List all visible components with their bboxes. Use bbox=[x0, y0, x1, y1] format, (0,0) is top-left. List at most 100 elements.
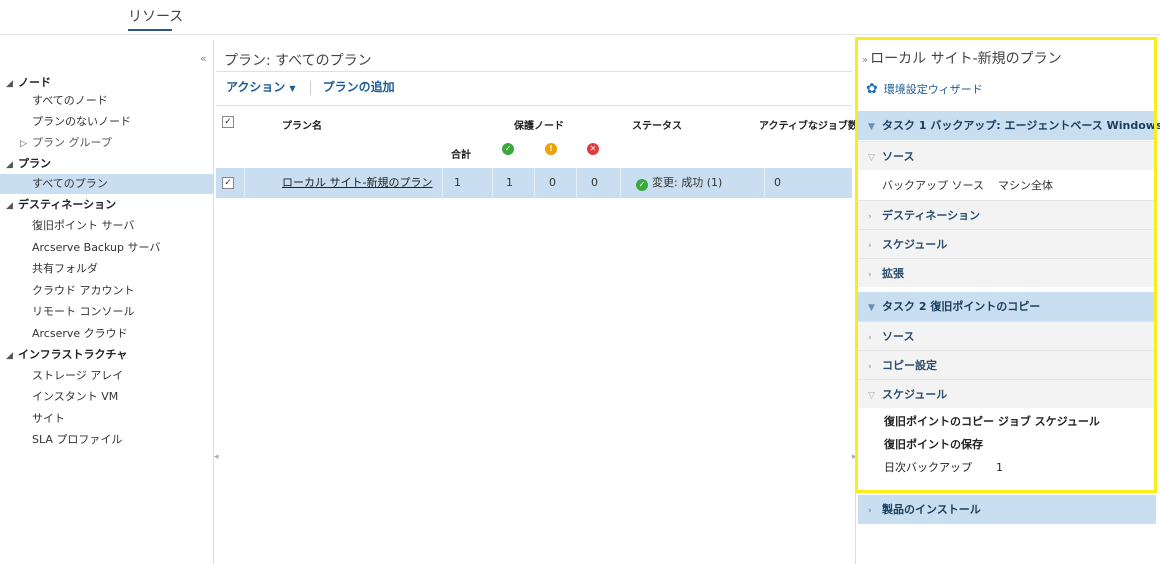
config-wizard-link[interactable]: ✿ 環境設定ウィザード bbox=[866, 80, 983, 98]
column-divider bbox=[492, 168, 493, 198]
copy-job-schedule-heading: 復旧ポイントのコピー ジョブ スケジュール bbox=[884, 415, 1100, 428]
sidebar-item-arcserve-cloud[interactable]: Arcserve クラウド bbox=[0, 324, 214, 344]
sidebar-item-recovery-point-server[interactable]: 復旧ポイント サーバ bbox=[0, 216, 214, 236]
section-label: ソース bbox=[882, 150, 915, 163]
task1-advanced-section[interactable]: › 拡張 bbox=[858, 258, 1156, 287]
sidebar-item-shared-folder[interactable]: 共有フォルダ bbox=[0, 259, 214, 279]
sidebar-item-all-plans[interactable]: すべてのプラン bbox=[0, 174, 214, 194]
sidebar-item-storage-array[interactable]: ストレージ アレイ bbox=[0, 366, 214, 386]
status-cell: ✓ 変更: 成功 (1) bbox=[636, 168, 722, 198]
plans-pane: プラン: すべてのプラン アクション ▼ プランの追加 ✓ プラン名 保護ノード ス… bbox=[216, 40, 858, 564]
sidebar-item-all-nodes[interactable]: すべてのノード bbox=[0, 91, 214, 111]
expand-triangle-icon: ▷ bbox=[20, 139, 27, 149]
sidebar-item-remote-console[interactable]: リモート コンソール bbox=[0, 302, 214, 322]
column-header-total: 合計 bbox=[451, 150, 471, 161]
toolbar-separator bbox=[309, 80, 311, 95]
column-header-plan-name[interactable]: プラン名 bbox=[282, 117, 322, 132]
install-product-header[interactable]: › 製品のインストール bbox=[858, 495, 1156, 524]
plan-name-text: ローカル サイト-新規のプラン bbox=[282, 176, 433, 189]
action-menu-button[interactable]: アクション ▼ bbox=[226, 80, 296, 94]
sidebar-category-destinations[interactable]: ◢ デスティネーション bbox=[0, 195, 214, 215]
sidebar-category-plans[interactable]: ◢ プラン bbox=[0, 154, 214, 174]
config-wizard-label: 環境設定ウィザード bbox=[883, 83, 983, 96]
title-divider bbox=[216, 71, 852, 72]
column-divider bbox=[576, 168, 577, 198]
chevron-right-icon: › bbox=[868, 212, 872, 222]
row-checkbox[interactable]: ✓ bbox=[222, 177, 234, 189]
total-count: 1 bbox=[454, 176, 461, 189]
backup-source-key: バックアップ ソース bbox=[882, 179, 984, 192]
status-text: 変更: 成功 (1) bbox=[652, 176, 723, 189]
action-menu-label: アクション bbox=[226, 80, 286, 94]
column-divider bbox=[534, 168, 535, 198]
sidebar-category-label: デスティネーション bbox=[18, 198, 117, 211]
sidebar-item-label: プラン グループ bbox=[32, 136, 112, 149]
column-divider bbox=[620, 168, 621, 198]
task1-header[interactable]: ▼ タスク 1 バックアップ: エージェントベース Windows bbox=[858, 111, 1160, 140]
sidebar-item-cloud-account[interactable]: クラウド アカウント bbox=[0, 281, 214, 301]
sidebar-category-infrastructure[interactable]: ◢ インフラストラクチャ bbox=[0, 345, 214, 365]
task1-schedule-section[interactable]: › スケジュール bbox=[858, 229, 1156, 258]
backup-source-row: バックアップ ソース マシン全体 bbox=[858, 171, 1156, 200]
task2-header[interactable]: ▼ タスク 2 復旧ポイントのコピー bbox=[858, 292, 1156, 321]
daily-backup-value: 1 bbox=[996, 461, 1003, 474]
task2-schedule-section[interactable]: ▽ スケジュール bbox=[858, 379, 1156, 408]
chevron-right-icon: › bbox=[868, 362, 872, 372]
ok-count: 1 bbox=[506, 176, 513, 189]
column-header-status[interactable]: ステータス bbox=[632, 117, 682, 132]
chevron-down-icon: ▽ bbox=[868, 153, 875, 163]
sidebar-item-instant-vm[interactable]: インスタント VM bbox=[0, 387, 214, 407]
collapse-triangle-icon: ◢ bbox=[6, 201, 13, 211]
page-title: プラン: すべてのプラン bbox=[224, 53, 372, 69]
sidebar-item-nodes-without-plan[interactable]: プランのないノード bbox=[0, 112, 214, 132]
select-all-checkbox[interactable]: ✓ bbox=[222, 116, 234, 128]
add-plan-button[interactable]: プランの追加 bbox=[323, 80, 395, 94]
sidebar-item-site[interactable]: サイト bbox=[0, 409, 214, 429]
active-jobs-count: 0 bbox=[774, 176, 781, 189]
warn-count: 0 bbox=[549, 176, 556, 189]
task1-destination-section[interactable]: › デスティネーション bbox=[858, 200, 1156, 229]
error-circle-icon: ✕ bbox=[587, 143, 599, 155]
tab-resources[interactable]: リソース bbox=[128, 6, 183, 26]
column-divider bbox=[244, 168, 245, 198]
sidebar-item-plan-groups[interactable]: ▷ プラン グループ bbox=[0, 133, 214, 153]
check-circle-icon: ✓ bbox=[502, 143, 514, 155]
collapse-triangle-icon: ◢ bbox=[6, 160, 13, 170]
section-label: デスティネーション bbox=[882, 209, 981, 222]
install-label: 製品のインストール bbox=[882, 503, 981, 516]
double-chevron-left-icon[interactable]: « bbox=[200, 52, 207, 65]
caret-down-icon: ▼ bbox=[289, 84, 296, 93]
section-label: スケジュール bbox=[882, 388, 948, 401]
section-label: コピー設定 bbox=[882, 359, 937, 372]
chevron-down-icon: ▽ bbox=[868, 391, 875, 401]
task2-label: タスク 2 復旧ポイントのコピー bbox=[882, 300, 1041, 313]
chevron-down-icon: ▼ bbox=[868, 303, 875, 313]
column-divider bbox=[764, 168, 765, 198]
table-row[interactable]: ✓ ローカル サイト-新規のプラン 1 1 0 0 ✓ 変更: 成功 (1) 0 bbox=[216, 168, 852, 198]
task2-source-section[interactable]: › ソース bbox=[858, 321, 1156, 350]
chevron-right-icon: › bbox=[868, 506, 872, 516]
error-count: 0 bbox=[591, 176, 598, 189]
column-divider bbox=[442, 168, 443, 198]
sidebar-item-sla-profile[interactable]: SLA プロファイル bbox=[0, 430, 214, 450]
tab-active-underline bbox=[128, 29, 172, 31]
sidebar-category-label: インフラストラクチャ bbox=[18, 348, 128, 361]
task1-source-section[interactable]: ▽ ソース bbox=[858, 141, 1156, 170]
section-label: スケジュール bbox=[882, 238, 948, 251]
check-circle-icon: ✓ bbox=[636, 179, 648, 191]
task1-label: タスク 1 バックアップ: エージェントベース Windows bbox=[882, 119, 1160, 132]
sidebar-item-arcserve-backup-server[interactable]: Arcserve Backup サーバ bbox=[0, 238, 214, 258]
task2-copy-settings-section[interactable]: › コピー設定 bbox=[858, 350, 1156, 379]
retention-heading: 復旧ポイントの保存 bbox=[884, 438, 983, 451]
column-header-protected-nodes: 保護ノード bbox=[514, 121, 564, 132]
plan-details-panel: » ローカル サイト-新規のプラン ✿ 環境設定ウィザード ▼ タスク 1 バックアッ… bbox=[855, 40, 1160, 564]
panel-title-text: ローカル サイト-新規のプラン bbox=[870, 51, 1062, 67]
chevron-right-icon: › bbox=[868, 333, 872, 343]
double-chevron-right-icon[interactable]: » bbox=[862, 55, 868, 66]
gear-icon: ✿ bbox=[866, 81, 878, 97]
column-header-active-jobs[interactable]: アクティブなジョブ数 bbox=[759, 117, 858, 132]
daily-backup-row: 日次バックアップ 1 bbox=[884, 459, 1003, 475]
warning-circle-icon: ! bbox=[545, 143, 557, 155]
sidebar-category-nodes[interactable]: ◢ ノード bbox=[0, 73, 214, 93]
plan-name-link[interactable]: ローカル サイト-新規のプラン bbox=[282, 168, 432, 198]
